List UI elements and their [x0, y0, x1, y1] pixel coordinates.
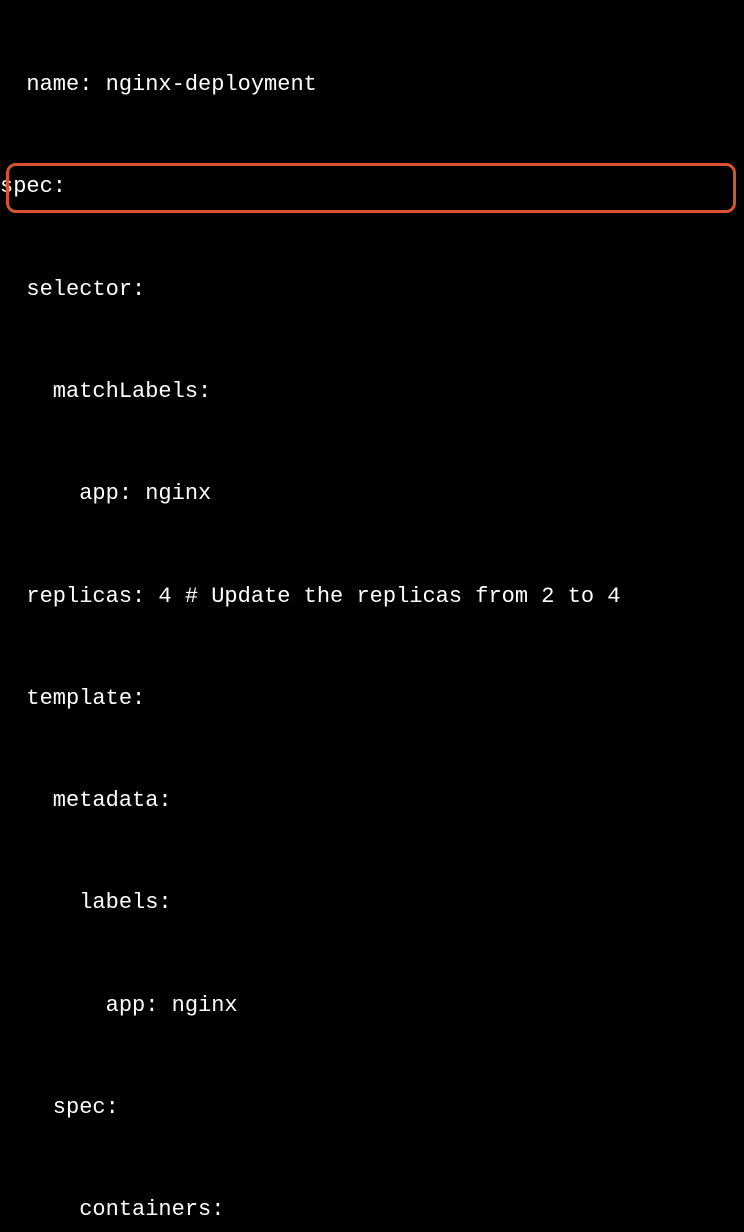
yaml-line: spec:: [0, 1091, 744, 1125]
yaml-line: template:: [0, 682, 744, 716]
yaml-line: matchLabels:: [0, 375, 744, 409]
yaml-line: spec:: [0, 170, 744, 204]
yaml-line: metadata:: [0, 784, 744, 818]
yaml-line: labels:: [0, 886, 744, 920]
yaml-line: app: nginx: [0, 477, 744, 511]
yaml-line: name: nginx-deployment: [0, 68, 744, 102]
yaml-line: selector:: [0, 273, 744, 307]
yaml-line: app: nginx: [0, 989, 744, 1023]
yaml-line: containers:: [0, 1193, 744, 1227]
terminal-output: name: nginx-deployment spec: selector: m…: [0, 0, 744, 1232]
yaml-line-highlighted: replicas: 4 # Update the replicas from 2…: [0, 580, 744, 614]
